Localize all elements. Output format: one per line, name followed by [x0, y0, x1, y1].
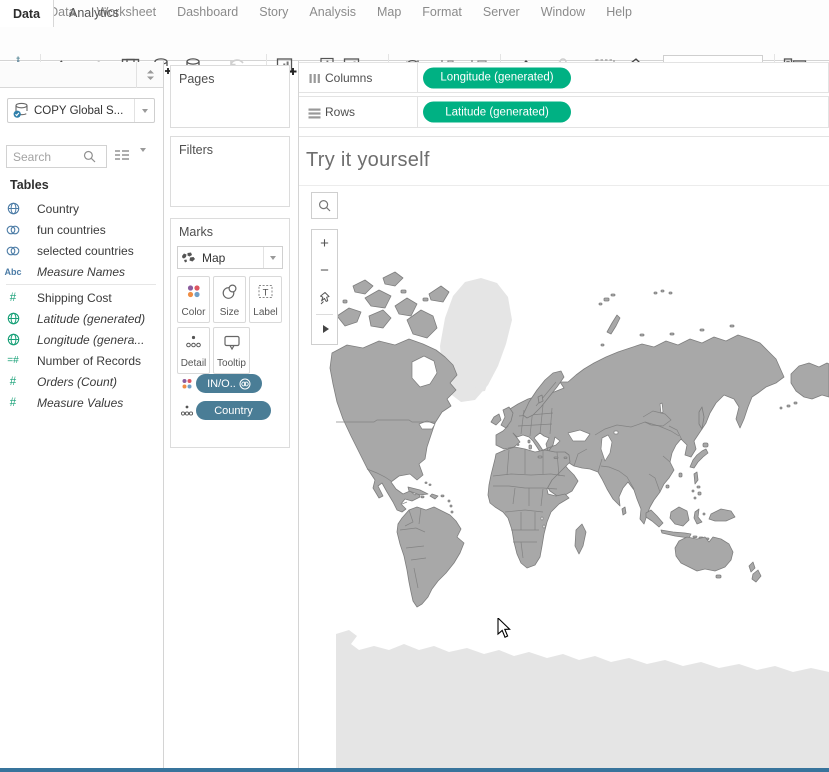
datasource-name: COPY Global S... — [34, 105, 134, 117]
columns-icon — [309, 73, 321, 84]
filters-label: Filters — [179, 143, 213, 157]
datasource-icon — [8, 102, 34, 119]
pin-icon — [318, 291, 331, 305]
mark-type-caret[interactable] — [263, 247, 282, 268]
south-america — [397, 507, 464, 607]
pages-shelf[interactable]: Pages — [170, 65, 290, 128]
detail-icon — [185, 334, 202, 351]
menu-dashboard[interactable]: Dashboard — [177, 5, 238, 19]
map-controls-expand-button[interactable] — [312, 317, 337, 341]
mark-type-value: Map — [198, 251, 263, 265]
chevron-right-icon — [323, 325, 329, 333]
tab-data[interactable]: Data — [0, 0, 54, 27]
indonesia-oceania — [646, 507, 761, 582]
rows-shelf[interactable]: Rows Latitude (generated) — [299, 96, 829, 128]
map-search-button[interactable] — [311, 192, 338, 219]
field-orders-count[interactable]: # Orders (Count) — [0, 371, 162, 392]
set-icon — [0, 224, 26, 236]
zoom-in-button[interactable]: + — [312, 230, 337, 257]
abc-icon: Abc — [0, 267, 26, 277]
color-target-icon — [180, 377, 194, 391]
pill-country[interactable]: Country — [196, 401, 271, 420]
number-icon: # — [0, 292, 26, 304]
rows-label: Rows — [325, 105, 355, 119]
menu-help[interactable]: Help — [606, 5, 632, 19]
label-icon: T — [257, 283, 274, 300]
tableau-window: File Data Worksheet Dashboard Story Anal… — [0, 0, 829, 772]
alaska — [780, 363, 829, 409]
datasource-caret[interactable] — [134, 99, 154, 122]
columns-label: Columns — [325, 71, 372, 85]
marks-label: Marks — [179, 225, 213, 239]
mark-type-dropdown[interactable]: Map — [177, 246, 283, 269]
color-button[interactable]: Color — [177, 276, 210, 323]
field-country[interactable]: Country — [0, 198, 162, 219]
pill-longitude-generated[interactable]: Longitude (generated) — [423, 67, 571, 88]
tab-analytics[interactable]: Analytics — [54, 0, 134, 26]
globe-icon — [0, 333, 26, 346]
field-latitude-generated[interactable]: Latitude (generated) — [0, 308, 162, 329]
detail-button[interactable]: Detail — [177, 327, 210, 374]
menu-map[interactable]: Map — [377, 5, 401, 19]
pill-in-out-set[interactable]: IN/O.. — [196, 374, 262, 393]
field-measure-values[interactable]: # Measure Values — [0, 392, 162, 413]
field-fun-countries[interactable]: fun countries — [0, 219, 162, 240]
sheet-top-line — [299, 136, 829, 137]
toolbar: T — [0, 24, 829, 61]
globe-icon — [0, 202, 26, 215]
pages-label: Pages — [179, 72, 214, 86]
north-america — [330, 272, 457, 513]
label-button[interactable]: T Label — [249, 276, 282, 323]
field-measure-names[interactable]: Abc Measure Names — [0, 261, 162, 282]
globe-icon — [0, 312, 26, 325]
number-icon: # — [0, 397, 26, 409]
pill-latitude-generated[interactable]: Latitude (generated) — [423, 102, 571, 123]
field-shipping-cost[interactable]: # Shipping Cost — [0, 287, 162, 308]
datasource-selector[interactable]: COPY Global S... — [7, 98, 155, 123]
map-mark-icon — [178, 252, 198, 263]
filters-shelf[interactable]: Filters — [170, 136, 290, 207]
number-equals-icon: =# — [0, 355, 26, 366]
menu-story[interactable]: Story — [259, 5, 288, 19]
field-longitude-generated[interactable]: Longitude (genera... — [0, 329, 162, 350]
view-as-list-icon[interactable] — [113, 148, 131, 164]
field-search — [6, 145, 107, 168]
number-icon: # — [0, 376, 26, 388]
menu-format[interactable]: Format — [422, 5, 462, 19]
tables-header: Tables — [10, 178, 49, 192]
fields-divider — [6, 284, 156, 285]
columns-shelf[interactable]: Columns Longitude (generated) — [299, 62, 829, 93]
sheet-title: Try it yourself — [306, 149, 430, 172]
size-button[interactable]: Size — [213, 276, 246, 323]
detail-target-icon — [180, 404, 194, 418]
mouse-cursor — [497, 618, 512, 639]
africa — [488, 447, 586, 568]
field-number-of-records[interactable]: =# Number of Records — [0, 350, 162, 371]
pane-sort-icon[interactable] — [136, 62, 163, 88]
tooltip-icon — [223, 334, 241, 351]
search-icon — [318, 199, 331, 212]
set-icon — [0, 245, 26, 257]
zoom-out-button[interactable]: − — [312, 257, 337, 284]
rows-icon — [308, 108, 321, 119]
menu-server[interactable]: Server — [483, 5, 520, 19]
field-selected-countries[interactable]: selected countries — [0, 240, 162, 261]
menu-window[interactable]: Window — [541, 5, 585, 19]
bottom-accent-bar — [0, 768, 829, 772]
zoom-home-pin-button[interactable] — [312, 284, 337, 312]
world-map[interactable] — [299, 186, 829, 772]
search-input[interactable] — [7, 150, 83, 164]
search-icon — [83, 150, 96, 163]
tooltip-button[interactable]: Tooltip — [213, 327, 250, 374]
antarctica — [336, 630, 829, 772]
map-zoom-controls: + − — [311, 229, 338, 345]
color-icon — [185, 283, 202, 300]
size-icon — [221, 283, 239, 300]
svg-text:T: T — [263, 288, 269, 299]
panel-divider[interactable] — [163, 61, 164, 772]
search-options-caret[interactable] — [140, 152, 146, 170]
menu-analysis[interactable]: Analysis — [309, 5, 356, 19]
set-icon — [239, 378, 251, 390]
